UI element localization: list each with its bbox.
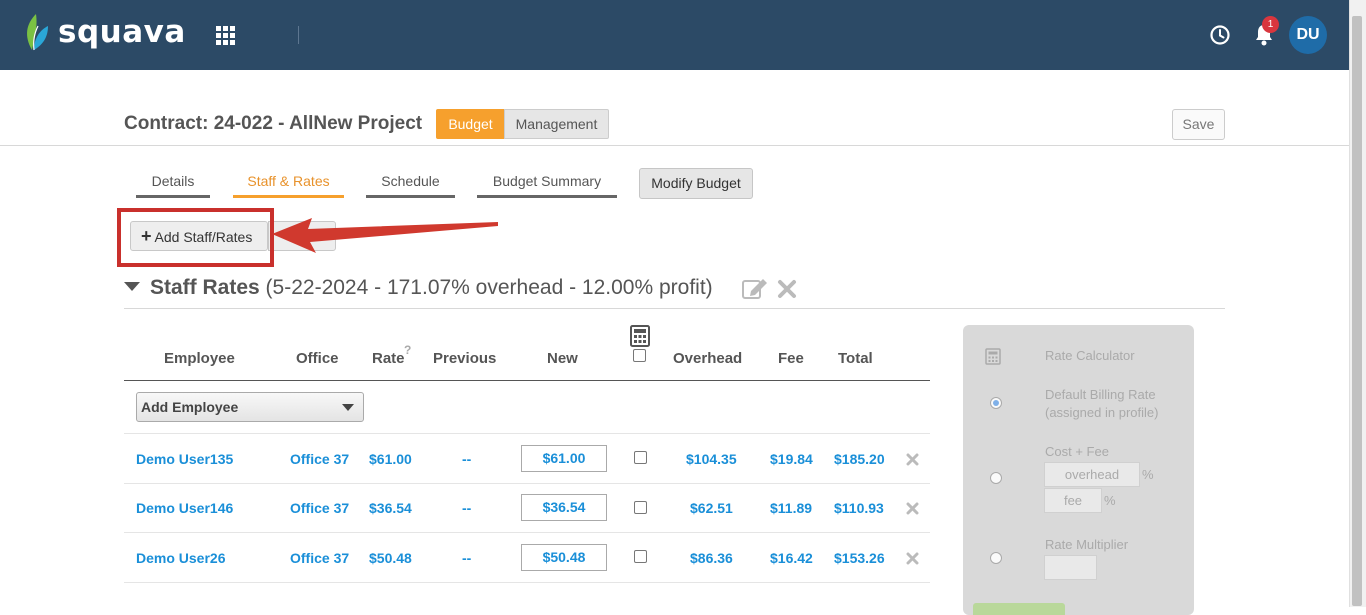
row-divider: [124, 483, 930, 484]
cost-fee-radio[interactable]: [990, 472, 1002, 484]
leaf-logo-icon: [27, 14, 48, 51]
row-divider: [124, 582, 930, 583]
rate-value: $36.54: [369, 500, 412, 516]
rate-multiplier-label: Rate Multiplier: [1045, 537, 1129, 552]
rate-value: $50.48: [369, 550, 412, 566]
overhead-value: $86.36: [690, 550, 733, 566]
fee-input[interactable]: fee: [1044, 488, 1102, 513]
rate-calculator-panel: Rate Calculator Default Billing Rate (as…: [963, 325, 1194, 615]
tab-budget-summary[interactable]: Budget Summary: [477, 173, 617, 198]
rate-value: $61.00: [369, 451, 412, 467]
header-employee: Employee: [164, 350, 235, 367]
rate-calculator-title: Rate Calculator: [1045, 348, 1135, 363]
overhead-value: $62.51: [690, 500, 733, 516]
select-all-checkbox[interactable]: [633, 349, 646, 362]
default-billing-label: Default Billing Rate: [1045, 387, 1156, 402]
overhead-percent: %: [1142, 467, 1154, 482]
rate-help-icon[interactable]: ?: [404, 343, 411, 357]
add-employee-label: Add Employee: [141, 399, 239, 415]
row-divider: [124, 532, 930, 533]
header-new: New: [547, 350, 578, 367]
previous-value: --: [462, 500, 472, 516]
new-rate-input[interactable]: $36.54: [521, 494, 607, 521]
tab-details[interactable]: Details: [136, 173, 210, 198]
header-rate: Rate: [372, 350, 405, 367]
employee-link[interactable]: Demo User26: [136, 550, 226, 566]
fee-value: $19.84: [770, 451, 813, 467]
office-link[interactable]: Office 37: [290, 451, 349, 467]
header-overhead: Overhead: [673, 350, 743, 367]
header-previous: Previous: [433, 350, 497, 367]
page-title: Contract: 24-022 - AllNew Project: [124, 113, 423, 134]
cost-fee-label: Cost + Fee: [1045, 444, 1109, 459]
chevron-down-icon: [342, 404, 354, 411]
apply-button[interactable]: [973, 603, 1065, 615]
management-toggle-button[interactable]: Management: [504, 109, 609, 139]
default-billing-note: (assigned in profile): [1045, 405, 1159, 420]
previous-value: --: [462, 451, 472, 467]
calculator-icon[interactable]: [630, 325, 650, 347]
rate-multiplier-radio[interactable]: [990, 552, 1002, 564]
section-subtitle: (5-22-2024 - 171.07% overhead - 12.00% p…: [265, 276, 713, 299]
delete-icon[interactable]: [777, 279, 797, 299]
remove-row-icon[interactable]: [906, 502, 919, 515]
row-divider: [124, 433, 930, 434]
modify-budget-button[interactable]: Modify Budget: [639, 168, 753, 199]
section-divider: [124, 308, 1225, 309]
default-billing-radio[interactable]: [990, 397, 1002, 409]
highlight-annotation-box: [117, 208, 274, 267]
remove-row-icon[interactable]: [906, 552, 919, 565]
row-checkbox[interactable]: [634, 451, 647, 464]
scrollbar-thumb[interactable]: [1352, 16, 1362, 606]
clock-icon[interactable]: [1209, 24, 1231, 46]
header-total: Total: [838, 350, 873, 367]
tab-schedule[interactable]: Schedule: [366, 173, 455, 198]
budget-toggle-button[interactable]: Budget: [436, 109, 505, 139]
collapse-caret-icon[interactable]: [124, 282, 140, 291]
tab-staff-rates[interactable]: Staff & Rates: [233, 173, 344, 198]
navbar-divider: [298, 26, 299, 44]
employee-link[interactable]: Demo User135: [136, 451, 233, 467]
new-rate-input[interactable]: $61.00: [521, 445, 607, 472]
remove-row-icon[interactable]: [906, 453, 919, 466]
fee-value: $16.42: [770, 550, 813, 566]
overhead-input[interactable]: overhead: [1044, 462, 1140, 487]
calculator-icon: [985, 348, 1001, 365]
total-value: $110.93: [834, 500, 884, 516]
logo-text: squava: [58, 14, 186, 50]
office-link[interactable]: Office 37: [290, 550, 349, 566]
fee-percent: %: [1104, 493, 1116, 508]
logo[interactable]: squava: [22, 12, 186, 52]
total-value: $153.26: [834, 550, 885, 566]
header-fee: Fee: [778, 350, 804, 367]
add-employee-select[interactable]: Add Employee: [136, 392, 364, 422]
header-divider: [0, 145, 1349, 146]
office-link[interactable]: Office 37: [290, 500, 349, 516]
save-button[interactable]: Save: [1172, 109, 1225, 140]
edit-icon[interactable]: [741, 276, 769, 300]
employee-link[interactable]: Demo User146: [136, 500, 233, 516]
user-avatar[interactable]: DU: [1289, 16, 1327, 54]
new-rate-input[interactable]: $50.48: [521, 544, 607, 571]
overhead-value: $104.35: [686, 451, 737, 467]
section-title-main: Staff Rates: [150, 276, 260, 299]
table-header-divider: [124, 380, 930, 381]
row-checkbox[interactable]: [634, 501, 647, 514]
notification-badge: 1: [1262, 16, 1279, 33]
rate-multiplier-input[interactable]: [1044, 555, 1097, 580]
fee-value: $11.89: [770, 500, 813, 516]
apps-grid-icon[interactable]: [216, 26, 235, 45]
row-checkbox[interactable]: [634, 550, 647, 563]
total-value: $185.20: [834, 451, 885, 467]
top-navbar: squava 1 DU: [0, 0, 1366, 70]
annotation-arrow-icon: [272, 218, 498, 253]
section-title[interactable]: Staff Rates (5-22-2024 - 171.07% overhea…: [124, 276, 713, 300]
previous-value: --: [462, 550, 472, 566]
header-office: Office: [296, 350, 339, 367]
